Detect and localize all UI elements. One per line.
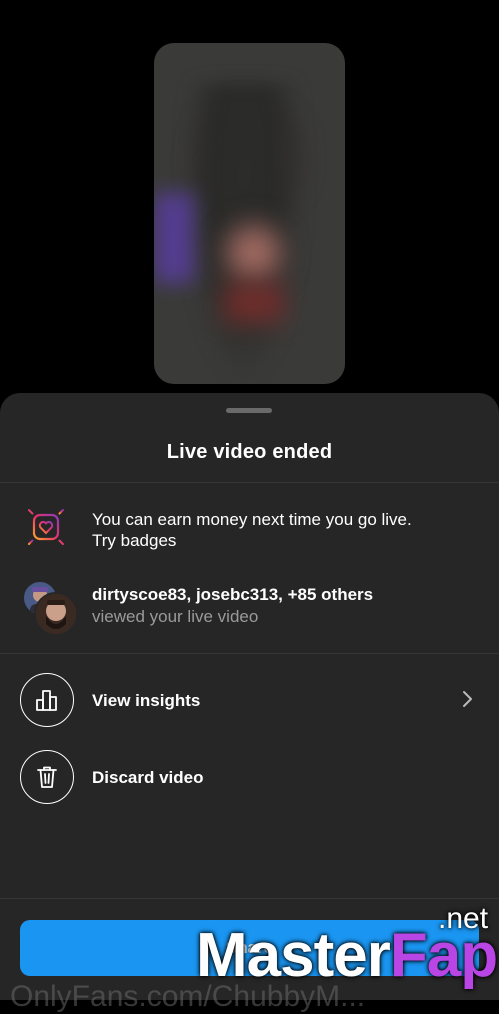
viewers-names: dirtyscoe83, josebc313, +85 others — [92, 585, 374, 604]
sheet-handle[interactable] — [226, 408, 272, 413]
try-badges-link[interactable]: Try badges — [92, 530, 176, 552]
bottom-sheet: Live video ended You can earn money next… — [0, 393, 499, 1000]
divider — [0, 898, 499, 899]
viewers-subtitle: viewed your live video — [92, 607, 259, 626]
watermark-bottom-text: OnlyFans.com/ChubbyM... — [10, 980, 366, 1013]
watermark-suffix: .net — [438, 902, 489, 935]
divider — [0, 482, 499, 483]
trash-icon — [37, 766, 57, 788]
view-insights-label: View insights — [92, 691, 201, 710]
divider — [0, 653, 499, 654]
chevron-right-icon — [463, 691, 472, 707]
video-thumbnail — [154, 43, 345, 384]
bar-chart-icon — [36, 690, 57, 711]
viewer-avatars — [22, 580, 78, 636]
discard-video-label: Discard video — [92, 768, 204, 787]
sheet-title: Live video ended — [166, 441, 333, 463]
insights-icon-circle — [20, 673, 74, 727]
heart-badge-icon — [21, 502, 71, 552]
badges-text: You can earn money next time you go live… — [92, 510, 412, 529]
avatar — [34, 592, 78, 636]
discard-icon-circle — [20, 750, 74, 804]
